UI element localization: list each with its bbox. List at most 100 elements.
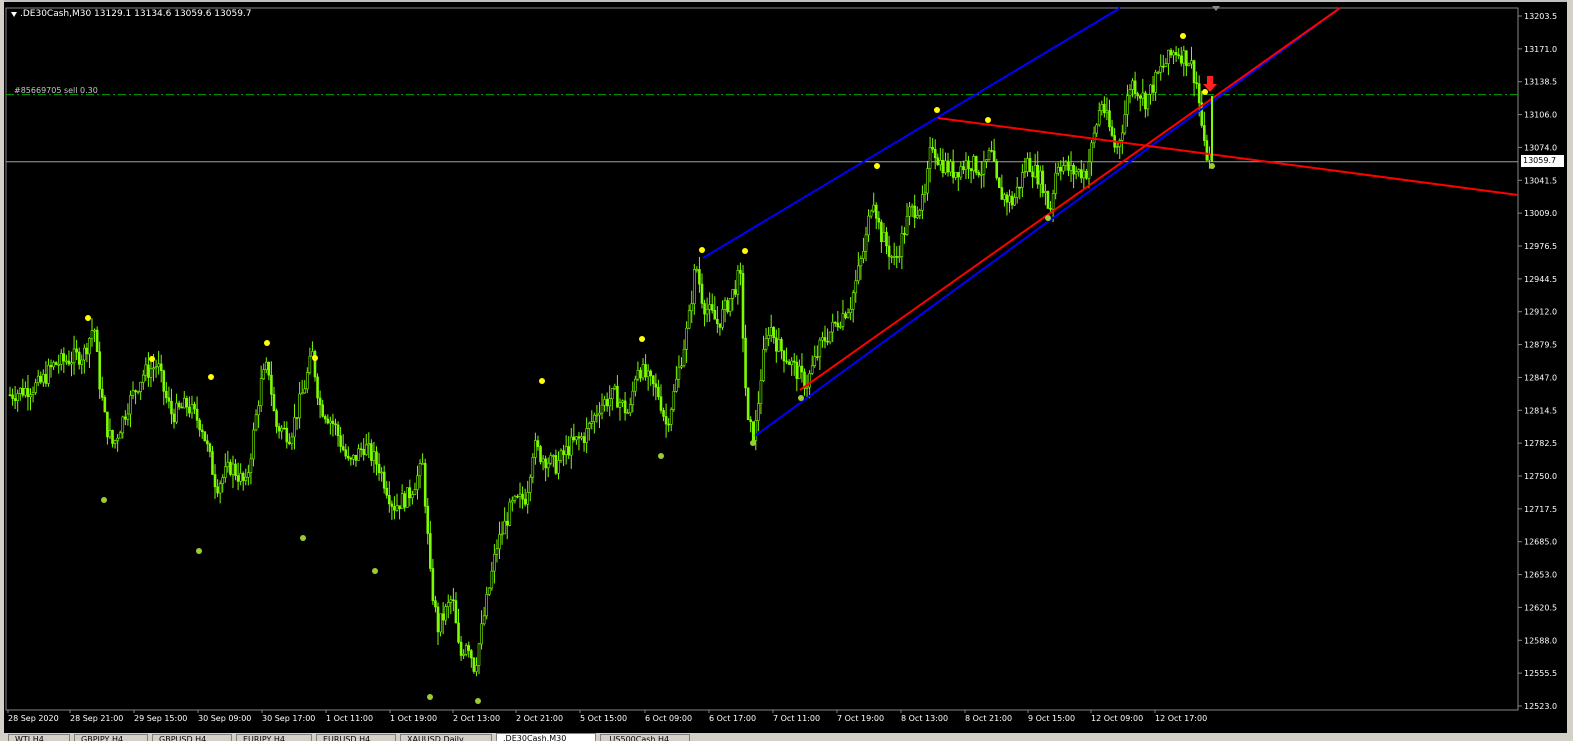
candle-body xyxy=(98,351,102,390)
candle-body xyxy=(388,494,391,505)
candle-body xyxy=(1169,49,1173,56)
fractal-high-marker xyxy=(934,107,940,113)
candle-body xyxy=(1162,65,1165,68)
y-tick-label: 12653.0 xyxy=(1524,571,1557,580)
candle-body xyxy=(992,150,996,162)
candle-body xyxy=(682,348,686,367)
candle-body xyxy=(541,458,545,463)
candle-body xyxy=(862,251,865,259)
candle-body xyxy=(790,360,793,365)
candle-body xyxy=(85,347,89,355)
candle-body xyxy=(1154,72,1157,93)
candle-body xyxy=(47,364,50,384)
candle-body xyxy=(162,370,166,392)
candle-body xyxy=(885,232,888,247)
candle-body xyxy=(1021,172,1024,188)
candle-body xyxy=(154,366,158,369)
candle-body xyxy=(826,340,829,343)
candle-body xyxy=(977,172,981,176)
candle-body xyxy=(639,369,642,379)
fractal-high-marker xyxy=(1180,33,1186,39)
candle-body xyxy=(190,403,194,414)
candle-body xyxy=(452,599,455,602)
candle-body xyxy=(1090,142,1093,163)
candle-body xyxy=(1179,55,1183,64)
chart-tab[interactable]: .DE30Cash,M30 xyxy=(496,733,596,741)
candle-body xyxy=(49,364,53,368)
chart-tab[interactable]: EURUSD,H4 xyxy=(316,734,396,741)
candle-body xyxy=(57,364,60,366)
candle-body xyxy=(254,414,258,431)
candle-body xyxy=(959,166,963,178)
candle-body xyxy=(416,475,419,490)
candle-body xyxy=(780,338,783,352)
candle-body xyxy=(646,370,650,378)
chart-tab[interactable]: GBPJPY,H4 xyxy=(74,734,148,741)
candle-body xyxy=(828,331,832,343)
y-tick-label: 12717.5 xyxy=(1524,505,1557,514)
candle-body xyxy=(1126,95,1129,115)
chart-plot[interactable]: 13203.5 13171.0 13138.5 13106.0 13074.0 13041… xyxy=(0,0,1573,741)
chart-tab[interactable]: GBPUSD,H4 xyxy=(152,734,232,741)
y-tick-label: 12912.0 xyxy=(1524,308,1557,317)
candle-body xyxy=(108,430,112,438)
chart-tab[interactable]: .US500Cash,H4 xyxy=(600,734,690,741)
order-line-label[interactable]: #85669705 sell 0.30 xyxy=(14,86,98,95)
candle-body xyxy=(259,378,263,407)
candle-body xyxy=(836,322,840,328)
candle-body xyxy=(52,362,55,368)
candle-body xyxy=(106,411,109,438)
candle-body xyxy=(264,361,268,370)
candle-body xyxy=(80,359,84,365)
chart-tab[interactable]: WTI,H4 xyxy=(8,734,70,741)
candle-body xyxy=(311,351,314,357)
candle-body xyxy=(1067,161,1070,171)
candle-body xyxy=(692,269,696,305)
x-tick-label: 30 Sep 09:00 xyxy=(198,714,251,723)
x-tick-label: 1 Oct 11:00 xyxy=(326,714,373,723)
candle-body xyxy=(933,148,937,159)
candle-body xyxy=(600,404,604,414)
candle-body xyxy=(83,347,86,361)
fractal-low-marker xyxy=(427,694,433,700)
candle-body xyxy=(544,458,547,469)
candle-body xyxy=(580,436,583,439)
candle-body xyxy=(731,289,735,299)
candle-body xyxy=(831,321,834,333)
candle-body xyxy=(649,370,653,377)
candle-body xyxy=(1028,158,1032,173)
candle-body xyxy=(1133,80,1137,95)
candle-body xyxy=(726,300,729,312)
fractal-high-marker xyxy=(539,378,545,384)
chart-tab[interactable]: EURJPY,H4 xyxy=(236,734,312,741)
candle-body xyxy=(664,416,668,425)
chart-tab[interactable]: XAUUSD,Daily xyxy=(400,734,492,741)
candle-body xyxy=(129,395,132,415)
candle-body xyxy=(767,334,770,339)
candle-body xyxy=(1151,84,1155,93)
candle-body xyxy=(559,450,563,461)
y-tick-label: 12879.5 xyxy=(1524,341,1557,350)
candle-body xyxy=(272,394,276,412)
candle-body xyxy=(628,404,632,414)
candle-body xyxy=(651,375,655,385)
candle-body xyxy=(149,368,153,378)
candle-body xyxy=(762,349,765,381)
chart-menu-triangle-icon[interactable] xyxy=(11,12,17,17)
candle-body xyxy=(1064,161,1068,167)
chart-window[interactable]: 13203.5 13171.0 13138.5 13106.0 13074.0 13041… xyxy=(0,0,1573,741)
x-tick-label: 28 Sep 2020 xyxy=(8,714,59,723)
candle-body xyxy=(923,192,927,195)
candle-body xyxy=(1164,63,1168,67)
candle-body xyxy=(472,657,476,672)
fractal-high-marker xyxy=(149,356,155,362)
candle-body xyxy=(70,362,73,365)
candle-body xyxy=(915,215,919,218)
candle-body xyxy=(710,304,714,311)
candle-body xyxy=(759,380,763,404)
candle-body xyxy=(936,157,940,166)
candle-body xyxy=(182,398,186,409)
candle-body xyxy=(1182,50,1186,64)
candle-body xyxy=(116,437,119,441)
candle-body xyxy=(426,505,430,534)
